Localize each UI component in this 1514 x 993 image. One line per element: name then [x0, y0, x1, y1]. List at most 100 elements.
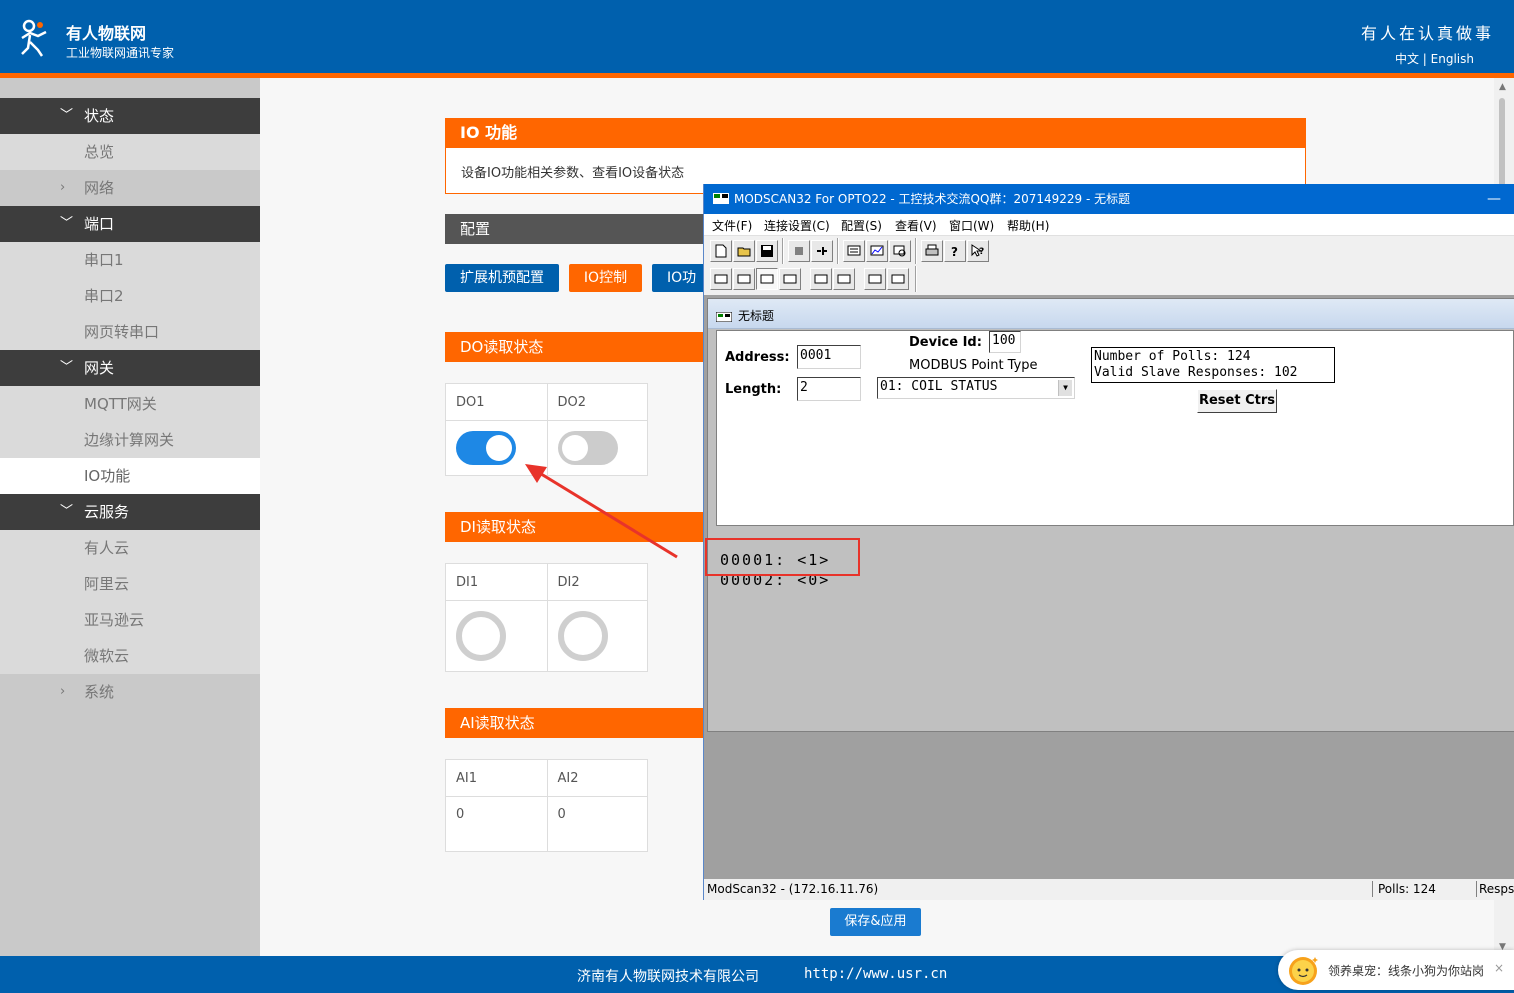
- dropdown-arrow-icon[interactable]: ▼: [1058, 380, 1072, 396]
- tab-io-control[interactable]: IO控制: [569, 264, 642, 292]
- sidebar-item-aws[interactable]: 亚马逊云: [0, 602, 260, 638]
- sidebar-group-port[interactable]: ﹀ 端口: [0, 206, 260, 242]
- modscan-titlebar[interactable]: MODSCAN32 For OPTO22 - 工控技术交流QQ群：2071492…: [704, 184, 1514, 214]
- di1-indicator: [456, 611, 506, 661]
- tab-io-function[interactable]: IO功能: [652, 264, 705, 292]
- menu-help[interactable]: 帮助(H): [1007, 217, 1049, 234]
- tab-expansion-preconfig[interactable]: 扩展机预配置: [445, 264, 559, 292]
- number-of-polls: Number of Polls: 124: [1094, 349, 1251, 364]
- scroll-up-icon[interactable]: ▲: [1499, 82, 1506, 92]
- status-polls: Polls: 124: [1378, 882, 1436, 896]
- function-15-icon[interactable]: [864, 268, 886, 290]
- sidebar-item-mqtt[interactable]: MQTT网关: [0, 386, 260, 422]
- sidebar-item-azure[interactable]: 微软云: [0, 638, 260, 674]
- sidebar: ﹀ 状态 总览 › 网络 ﹀ 端口 串口1 串口2 网页转串口 ﹀ 网关 MQT…: [0, 78, 260, 956]
- footer-website-link[interactable]: http://www.usr.cn: [804, 966, 947, 982]
- di-status-title: DI读取状态: [445, 512, 745, 542]
- io-function-title: IO 功能: [445, 118, 1306, 148]
- ai2-value: 0: [546, 797, 648, 851]
- do1-toggle[interactable]: [456, 431, 516, 465]
- length-input[interactable]: 2: [797, 377, 861, 401]
- menu-file[interactable]: 文件(F): [712, 217, 752, 234]
- modscan-app-icon: [713, 193, 729, 204]
- usr-logo-icon: [21, 19, 47, 57]
- sidebar-group-cloud[interactable]: ﹀ 云服务: [0, 494, 260, 530]
- print-icon[interactable]: [921, 240, 943, 262]
- menu-connection[interactable]: 连接设置(C): [764, 217, 830, 234]
- minimize-button[interactable]: —: [1487, 184, 1501, 214]
- function-02-icon[interactable]: [733, 268, 755, 290]
- modscan-statusbar: ModScan32 - (172.16.11.76) Polls: 124 Re…: [704, 878, 1514, 900]
- chevron-down-icon: ﹀: [60, 216, 74, 231]
- function-06-icon[interactable]: [833, 268, 855, 290]
- zoom-icon[interactable]: [889, 240, 911, 262]
- sidebar-group-status[interactable]: ﹀ 状态: [0, 98, 260, 134]
- do1-header: DO1: [456, 394, 485, 410]
- graph-icon[interactable]: [866, 240, 888, 262]
- new-file-icon[interactable]: [710, 240, 732, 262]
- context-help-icon[interactable]: ?: [967, 240, 989, 262]
- function-03-icon[interactable]: [756, 268, 778, 290]
- sidebar-group-label: 网络: [84, 179, 115, 197]
- disconnect-icon[interactable]: [811, 240, 833, 262]
- open-folder-icon[interactable]: [733, 240, 755, 262]
- sidebar-group-label: 云服务: [84, 503, 130, 521]
- modscan-toolbar: ? ?: [704, 236, 1514, 296]
- scroll-thumb[interactable]: [1499, 98, 1505, 188]
- sidebar-item-io[interactable]: IO功能: [0, 458, 260, 494]
- ai-status-title: AI读取状态: [445, 708, 745, 738]
- chevron-down-icon: ﹀: [60, 108, 74, 123]
- document-titlebar[interactable]: 无标题: [708, 299, 1514, 329]
- sidebar-item-web-serial[interactable]: 网页转串口: [0, 314, 260, 350]
- modscan-mdi-client: 无标题 Address: 0001 Length: 2 Device Id: 1…: [704, 296, 1514, 878]
- menu-setup[interactable]: 配置(S): [841, 217, 882, 234]
- function-01-icon[interactable]: [710, 268, 732, 290]
- svg-text:?: ?: [979, 247, 984, 257]
- function-04-icon[interactable]: [779, 268, 801, 290]
- point-type-select[interactable]: 01: COIL STATUS ▼: [877, 377, 1075, 399]
- sidebar-group-system[interactable]: › 系统: [0, 674, 260, 710]
- sidebar-group-network[interactable]: › 网络: [0, 170, 260, 206]
- function-16-icon[interactable]: [887, 268, 909, 290]
- save-disk-icon[interactable]: [756, 240, 778, 262]
- lang-chinese-link[interactable]: 中文: [1395, 52, 1419, 66]
- di1-header: DI1: [456, 574, 479, 590]
- chevron-right-icon: ›: [60, 684, 66, 699]
- sidebar-item-overview[interactable]: 总览: [0, 134, 260, 170]
- close-icon[interactable]: ×: [1494, 961, 1504, 975]
- length-label: Length:: [725, 382, 782, 397]
- sun-mascot-icon: [1289, 957, 1318, 985]
- device-id-label: Device Id:: [909, 335, 982, 350]
- address-input[interactable]: 0001: [797, 345, 861, 369]
- function-05-icon[interactable]: [810, 268, 832, 290]
- connect-icon[interactable]: [788, 240, 810, 262]
- save-apply-button[interactable]: 保存&应用: [830, 908, 921, 936]
- lang-english-link[interactable]: English: [1431, 52, 1474, 66]
- sidebar-group-label: 端口: [84, 215, 115, 233]
- toolbar-separator: [915, 238, 917, 264]
- status-divider: [1476, 881, 1477, 897]
- display-config-icon[interactable]: [843, 240, 865, 262]
- ai-status-table: AI1 AI2 0 0: [445, 759, 648, 852]
- lang-separator: |: [1422, 52, 1427, 66]
- toolbar-separator: [837, 238, 839, 264]
- sidebar-item-aliyun[interactable]: 阿里云: [0, 566, 260, 602]
- chevron-right-icon: ›: [60, 180, 66, 195]
- desktop-pet-notification[interactable]: 领养桌宠：线条小狗为你站岗 ×: [1278, 950, 1514, 990]
- svg-text:?: ?: [951, 245, 958, 258]
- modscan-menubar: 文件(F) 连接设置(C) 配置(S) 查看(V) 窗口(W) 帮助(H): [704, 214, 1514, 236]
- device-id-input[interactable]: 100: [989, 331, 1021, 353]
- sidebar-group-gateway[interactable]: ﹀ 网关: [0, 350, 260, 386]
- sidebar-item-serial1[interactable]: 串口1: [0, 242, 260, 278]
- di2-indicator: [557, 611, 608, 661]
- sidebar-item-usr-cloud[interactable]: 有人云: [0, 530, 260, 566]
- menu-view[interactable]: 查看(V): [895, 217, 937, 234]
- sidebar-item-serial2[interactable]: 串口2: [0, 278, 260, 314]
- sidebar-item-edge[interactable]: 边缘计算网关: [0, 422, 260, 458]
- status-responses: Resps: [1479, 882, 1514, 896]
- menu-window[interactable]: 窗口(W): [949, 217, 994, 234]
- point-type-value: 01: COIL STATUS: [880, 379, 998, 394]
- help-icon[interactable]: ?: [944, 240, 966, 262]
- reset-counters-button[interactable]: Reset Ctrs: [1197, 389, 1277, 413]
- do2-toggle[interactable]: [557, 431, 618, 465]
